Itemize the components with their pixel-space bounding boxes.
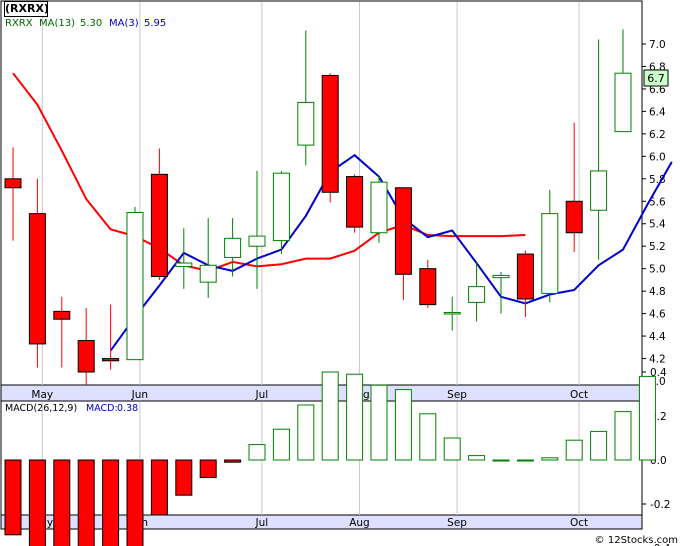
macd-bar-negative [224,459,242,463]
watermark: © 12Stocks.com [595,535,678,546]
macd-header: MACD(26,12,9) MACD: 0.38 [5,403,138,414]
macd-bar-negative [102,459,120,546]
macd-bar-positive [346,373,364,461]
macd-bar-negative [28,459,46,546]
stock-chart: 4.04.24.44.64.85.05.25.45.65.86.06.26.46… [0,0,678,546]
candle-body-down [4,178,22,189]
price-y-tick-label: 4.8 [649,286,666,298]
candle-body-down [419,268,437,306]
candle-body-down [346,176,364,228]
price-y-tick-label: 5.4 [649,219,666,231]
header-ma13-label: MA(13) [39,18,75,29]
last-price-tag-text: 6.7 [647,72,665,85]
macd-y-tick-label: -0.2 [650,499,671,511]
price-y-tick-label: 4.4 [649,331,666,343]
price-panel: 4.04.24.44.64.85.05.25.45.65.86.06.26.46… [0,0,673,402]
macd-bar-negative [126,459,144,546]
price-y-tick-label: 6.4 [649,106,666,118]
macd-x-tick-label: Oct [570,517,588,529]
macd-bar-negative [53,459,71,546]
price-x-tick-label: Jul [255,389,269,401]
macd-x-axis-band [0,514,643,530]
macd-bar-negative [150,459,168,516]
price-y-tick-label: 6.2 [649,129,666,141]
candle-body-up [468,286,486,303]
candle-body-down [516,253,534,300]
candle-body-up [614,72,632,133]
price-y-tick-label: 4.6 [649,309,666,321]
candle-body-up [492,274,510,279]
price-y-tick-label: 7.0 [649,39,666,51]
last-price-tag: 6.7 [643,69,669,87]
macd-x-tick-label: Sep [447,517,467,529]
candle-body-up [224,237,242,258]
macd-bar-negative [199,459,217,479]
candle-body-up [443,311,461,315]
candle-body-down [394,187,412,275]
macd-bar-positive [248,444,266,461]
macd-header-label: MACD(26,12,9) [5,403,77,414]
macd-header-macd-label: MACD: [86,403,118,414]
candle-body-down [28,213,46,345]
candle-body-up [541,213,559,294]
candle-body-up [248,235,266,247]
macd-bar-positive [272,428,290,461]
candle-body-down [53,310,71,320]
header-ticker-label: RXRX [5,18,33,29]
macd-bar-positive [297,404,315,461]
candle-body-up [126,212,144,361]
macd-bar-positive [492,459,510,462]
candle-body-up [370,181,388,234]
macd-bar-negative [175,459,193,496]
candle-body-up [297,101,315,146]
macd-bar-positive [590,430,608,461]
macd-bar-negative [4,459,22,536]
macd-bar-positive [419,413,437,461]
macd-x-tick-label: Jul [255,517,269,529]
price-y-tick-label: 6.0 [649,151,666,163]
macd-bar-positive [443,437,461,461]
macd-bar-positive [370,384,388,461]
macd-bar-positive [394,389,412,461]
macd-bar-negative [77,459,95,546]
price-x-tick-label: Sep [447,389,467,401]
candle-body-down [77,340,95,373]
price-y-tick-label: 5.2 [649,241,666,253]
price-x-tick-label: Oct [570,389,588,401]
macd-bar-positive [321,371,339,461]
header-ma3-value: 5.95 [144,18,166,29]
candle-body-down [150,173,168,278]
macd-x-tick-label: Aug [349,517,370,529]
macd-bar-positive [565,439,583,461]
price-x-axis-band [0,384,643,402]
header-ma13-value: 5.30 [80,18,102,29]
macd-bar-positive [614,411,632,461]
macd-bar-positive [516,459,534,462]
price-x-tick-label: Jun [131,389,148,401]
macd-bar-positive [468,455,486,461]
candle-body-up [590,170,608,211]
macd-header-macd-value: 0.38 [117,403,138,414]
candle-body-up [199,264,217,283]
price-y-axis-ticks: 4.04.24.44.64.85.05.25.45.65.86.06.26.46… [642,39,666,388]
price-y-tick-label: 4.2 [649,354,666,366]
candle-body-up [175,262,193,267]
candle-body-up [272,172,290,242]
header-ma3-label: MA(3) [109,18,139,29]
candle-body-down [321,74,339,193]
macd-bar-positive [638,375,656,461]
ticker-title: (RXRX) [4,1,49,17]
price-x-tick-label: May [31,389,53,401]
price-y-tick-label: 5.0 [649,264,666,276]
macd-bar-positive [541,457,559,461]
candle-body-down [565,200,583,234]
candle-body-down [102,358,120,362]
price-plot-area [0,0,643,386]
